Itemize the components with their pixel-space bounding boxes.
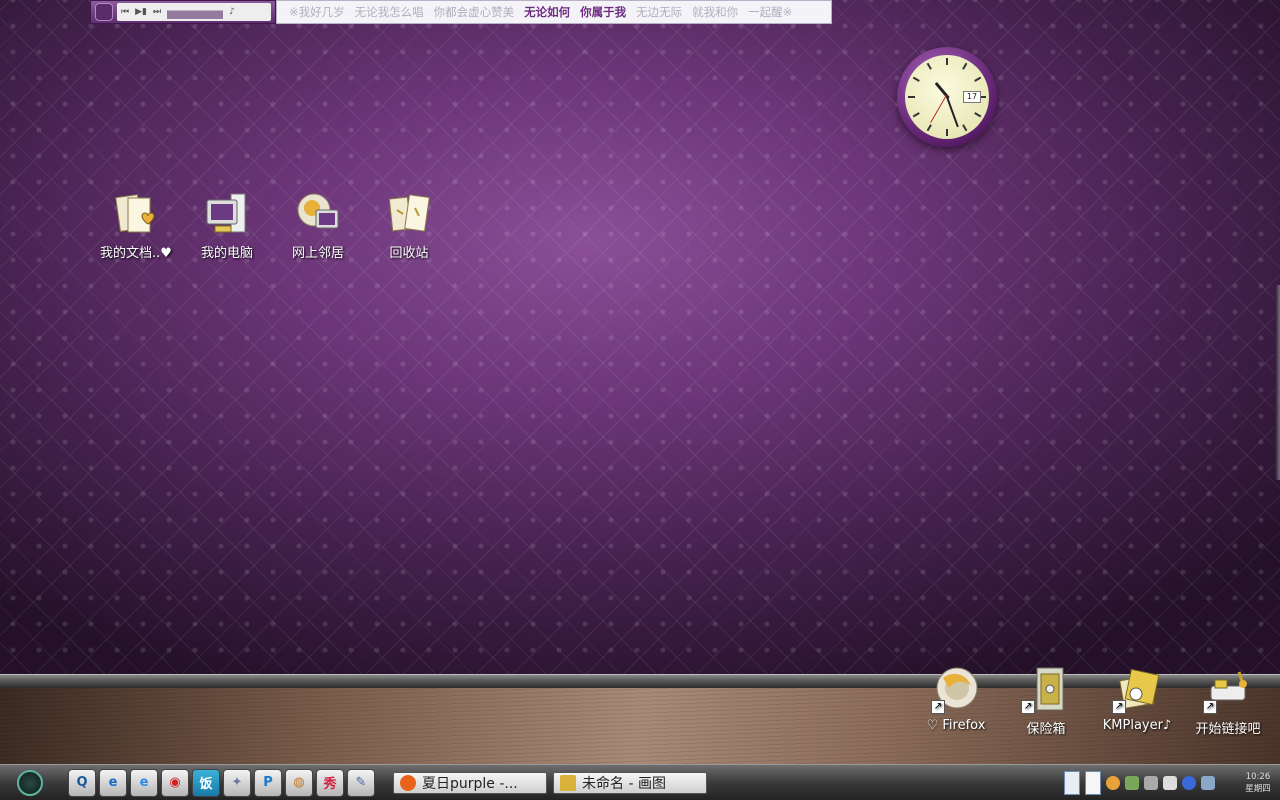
- shelf-icon-label: ♡ Firefox: [926, 718, 986, 733]
- shortcut-arrow-icon: ↗: [1112, 700, 1126, 714]
- previous-icon[interactable]: ⏮: [121, 7, 129, 17]
- desktop-icon-network-places[interactable]: 网上邻居: [273, 190, 363, 261]
- mail-tray-icon[interactable]: [1163, 776, 1177, 790]
- lyric-line: 就我和你: [692, 5, 739, 19]
- info-tray-icon[interactable]: [1182, 776, 1196, 790]
- desktop-icon-my-computer[interactable]: 我的电脑: [182, 190, 272, 261]
- waveform-visualizer: [167, 5, 224, 19]
- paint-quick-icon[interactable]: ✎: [347, 768, 375, 797]
- pplive-icon[interactable]: P: [254, 768, 282, 797]
- recycle-bin-icon: [385, 190, 433, 238]
- tool-icon[interactable]: ✦: [223, 768, 251, 797]
- lyric-line: 无论我怎么唱: [354, 5, 424, 19]
- system-tray: 10:26 星期四: [1060, 765, 1280, 800]
- shelf-icon-label: KMPlayer♪: [1102, 718, 1172, 733]
- wallpaper-dots: [0, 0, 1280, 680]
- desktop-icon-label: 我的电脑: [200, 246, 253, 261]
- shelf-icon-label: 开始链接吧: [1195, 722, 1261, 737]
- desktop-icon-label: 网上邻居: [291, 246, 344, 261]
- network-tray-icon[interactable]: [1125, 776, 1139, 790]
- tray-toggle-button[interactable]: [1085, 771, 1101, 795]
- volume-tray-icon[interactable]: [1201, 776, 1215, 790]
- lyric-line: 你都会虚心赞美: [433, 5, 515, 19]
- clock-date: 17: [963, 91, 981, 103]
- player-logo-icon[interactable]: [95, 3, 113, 21]
- second-hand: [930, 94, 947, 123]
- shortcut-arrow-icon: ↗: [1203, 700, 1217, 714]
- qq-icon[interactable]: Q: [68, 768, 96, 797]
- clock-widget[interactable]: 17: [897, 47, 997, 147]
- shortcut-arrow-icon: ↗: [1021, 700, 1035, 714]
- pen-tray-icon[interactable]: [1144, 776, 1158, 790]
- music-lyrics-bar: ⏮ ▶▮ ⏭ ♪ ※我好几岁 无论我怎么唱 你都会虚心赞美 无论如何 你属于我 …: [90, 0, 832, 24]
- tray-time: 10:26: [1245, 772, 1271, 782]
- connect-icon: ↗: [1203, 664, 1253, 714]
- lyric-line: ※我好几岁: [289, 5, 345, 19]
- firefox-icon: ↗: [931, 664, 981, 714]
- desktop-icon-label: 我的文档..♥: [100, 246, 172, 261]
- shelf-icon-kmplayer[interactable]: ↗ KMPlayer♪: [1092, 664, 1182, 733]
- task-button-firefox[interactable]: 夏日purple -...: [393, 771, 547, 794]
- opera-icon[interactable]: ◉: [161, 768, 189, 797]
- task-label: 夏日purple -...: [422, 775, 518, 792]
- player-controls: ⏮ ▶▮ ⏭ ♪: [117, 3, 271, 21]
- shortcut-arrow-icon: ↗: [931, 700, 945, 714]
- tray-clock[interactable]: 10:26 星期四: [1236, 771, 1280, 795]
- clock-face: 17: [905, 55, 989, 139]
- desktop-edge-handle: [1275, 285, 1280, 480]
- paint-task-icon: [560, 774, 576, 791]
- safe-icon: ↗: [1021, 664, 1071, 714]
- shelf-icon-label: 保险箱: [1026, 722, 1066, 737]
- task-button-paint[interactable]: 未命名 - 画图: [553, 771, 707, 794]
- ie-icon[interactable]: e: [99, 768, 127, 797]
- my-computer-icon: [203, 190, 251, 238]
- my-documents-icon: [112, 190, 160, 238]
- ie-blue-icon[interactable]: e: [130, 768, 158, 797]
- lyric-line: 无边无际: [636, 5, 683, 19]
- lyric-line: 一起醒※: [748, 5, 793, 19]
- desktop-icon-my-documents[interactable]: 我的文档..♥: [91, 190, 181, 261]
- start-orb-icon: [17, 769, 43, 796]
- taskbar: Q e e ◉ 饭 ✦ P ◍ 秀 ✎ 夏日purple -... 未命名 - …: [0, 764, 1280, 800]
- tray-day: 星期四: [1245, 784, 1271, 794]
- kmplayer-icon: ↗: [1112, 664, 1162, 714]
- firefox-task-icon: [400, 774, 416, 791]
- lyric-line-current: 无论如何: [524, 5, 571, 19]
- game-icon[interactable]: ◍: [285, 768, 313, 797]
- qq-tray-icon[interactable]: [1106, 776, 1120, 790]
- music-note-icon[interactable]: ♪: [229, 7, 235, 17]
- show-desktop-button[interactable]: [1064, 771, 1080, 795]
- play-pause-icon[interactable]: ▶▮: [135, 7, 147, 17]
- task-label: 未命名 - 画图: [582, 775, 666, 792]
- shelf-icon-firefox[interactable]: ↗ ♡ Firefox: [911, 664, 1001, 733]
- lyrics-display: ※我好几岁 无论我怎么唱 你都会虚心赞美 无论如何 你属于我 无边无际 就我和你…: [276, 0, 832, 24]
- mini-player: ⏮ ▶▮ ⏭ ♪: [90, 0, 276, 24]
- start-button[interactable]: [4, 766, 56, 800]
- desktop-icon-label: 回收站: [389, 246, 429, 261]
- shelf-icon-connect[interactable]: ↗ 开始链接吧: [1183, 664, 1273, 737]
- meitu-icon[interactable]: 秀: [316, 768, 344, 797]
- quick-launch: Q e e ◉ 饭 ✦ P ◍ 秀 ✎: [68, 768, 375, 797]
- lyric-line-current: 你属于我: [580, 5, 627, 19]
- minute-hand: [945, 94, 959, 128]
- network-places-icon: [294, 190, 342, 238]
- shelf-icon-safe[interactable]: ↗ 保险箱: [1001, 664, 1091, 737]
- desktop-icon-recycle-bin[interactable]: 回收站: [364, 190, 454, 261]
- next-icon[interactable]: ⏭: [153, 7, 161, 17]
- task-buttons: 夏日purple -... 未命名 - 画图: [393, 771, 707, 794]
- fanfou-icon[interactable]: 饭: [192, 768, 220, 797]
